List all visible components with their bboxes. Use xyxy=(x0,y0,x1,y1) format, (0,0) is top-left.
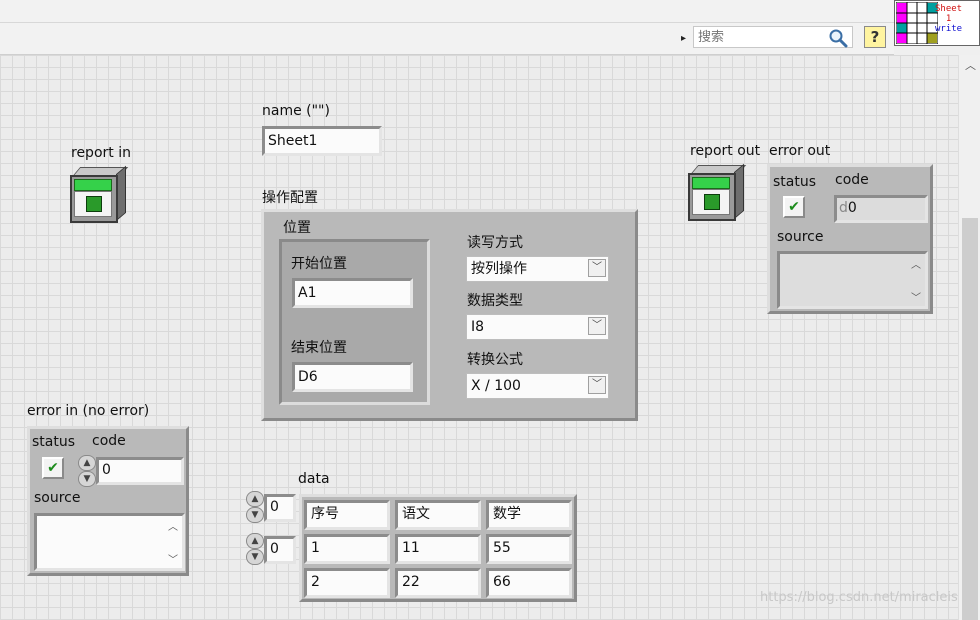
data-cell[interactable]: 55 xyxy=(486,534,572,564)
chevron-down-icon[interactable]: ﹀ xyxy=(588,259,606,277)
increment-icon[interactable]: ▲ xyxy=(246,491,264,507)
error-out-label: error out xyxy=(769,143,831,159)
decrement-icon[interactable]: ▼ xyxy=(246,507,264,523)
col-index-input[interactable]: 0 xyxy=(264,536,296,564)
decrement-icon[interactable]: ▼ xyxy=(78,471,96,487)
error-out-code-prefix: d xyxy=(839,200,848,216)
increment-icon[interactable]: ▲ xyxy=(78,455,96,471)
toolbar-divider xyxy=(0,22,894,23)
watermark: https://blog.csdn.net/miracleis xyxy=(760,590,958,605)
report-in-refnum-icon[interactable] xyxy=(70,165,129,223)
error-out-code-label: code xyxy=(835,172,869,188)
data-type-value: I8 xyxy=(471,319,485,335)
search-input[interactable] xyxy=(694,27,822,47)
scroll-up-icon[interactable]: ︿ xyxy=(911,256,921,271)
chevron-down-icon[interactable]: ﹀ xyxy=(588,376,606,394)
data-cell[interactable]: 11 xyxy=(395,534,481,564)
decrement-icon[interactable]: ▼ xyxy=(246,549,264,565)
rw-mode-value: 按列操作 xyxy=(471,261,527,277)
error-in-code-spinner[interactable]: ▲ ▼ xyxy=(78,455,96,489)
data-cell[interactable]: 66 xyxy=(486,568,572,598)
search-icon[interactable] xyxy=(828,28,848,48)
vi-icon-text: Sheet 1 write xyxy=(935,4,962,34)
scroll-down-icon[interactable]: ﹀ xyxy=(168,551,178,566)
report-out-refnum-icon xyxy=(688,163,747,221)
vi-icon[interactable]: Sheet 1 write xyxy=(894,0,980,46)
formula-select[interactable]: X / 100 ﹀ xyxy=(466,373,609,399)
report-out-label: report out xyxy=(690,143,761,159)
error-in-status-checkbox[interactable]: ✔ xyxy=(42,457,64,479)
end-position-label: 结束位置 xyxy=(291,340,347,356)
rw-mode-select[interactable]: 按列操作 ﹀ xyxy=(466,256,609,282)
search-expand-arrow-icon[interactable]: ▸ xyxy=(681,33,686,44)
context-help-button[interactable]: ? xyxy=(864,26,886,48)
vi-icon-line: Sheet xyxy=(935,4,963,14)
data-cell[interactable]: 语文 xyxy=(395,500,481,530)
col-index-spinner[interactable]: ▲ ▼ xyxy=(246,533,264,567)
data-cell[interactable]: 22 xyxy=(395,568,481,598)
scroll-up-icon[interactable]: ︿ xyxy=(168,518,178,533)
end-position-input[interactable]: D6 xyxy=(292,362,413,392)
data-type-select[interactable]: I8 ﹀ xyxy=(466,314,609,340)
toolbar: ▸ ? xyxy=(0,0,894,55)
error-in-code-input[interactable]: 0 xyxy=(96,457,184,485)
error-out-source-label: source xyxy=(777,229,824,245)
formula-label: 转换公式 xyxy=(467,352,523,368)
source-scroll-arrows[interactable]: ︿ ﹀ xyxy=(909,256,923,304)
row-index-spinner[interactable]: ▲ ▼ xyxy=(246,491,264,525)
data-cell[interactable]: 序号 xyxy=(304,500,390,530)
row-index-input[interactable]: 0 xyxy=(264,494,296,522)
report-in-label: report in xyxy=(71,145,131,161)
source-scroll-arrows[interactable]: ︿ ﹀ xyxy=(166,518,180,566)
error-out-source-field: ︿ ﹀ xyxy=(777,251,928,309)
rw-mode-label: 读写方式 xyxy=(467,235,523,251)
increment-icon[interactable]: ▲ xyxy=(246,533,264,549)
scrollbar-thumb[interactable] xyxy=(962,218,978,620)
vertical-scrollbar[interactable]: ︿ xyxy=(958,55,980,620)
position-label: 位置 xyxy=(283,220,311,236)
error-out-status-indicator: ✔ xyxy=(783,196,805,218)
chevron-down-icon[interactable]: ﹀ xyxy=(588,317,606,335)
error-in-status-label: status xyxy=(32,434,76,450)
data-type-label: 数据类型 xyxy=(467,293,523,309)
error-in-source-label: source xyxy=(34,490,81,506)
search-box[interactable] xyxy=(693,26,853,48)
connector-pane-icon xyxy=(896,2,938,44)
data-label: data xyxy=(298,471,330,487)
vi-icon-line: write xyxy=(935,24,963,34)
error-in-source-input[interactable]: ︿ ﹀ xyxy=(34,513,185,571)
error-out-code-field: d0 xyxy=(834,195,928,223)
vi-icon-line: 1 xyxy=(945,14,952,24)
data-cell[interactable]: 2 xyxy=(304,568,390,598)
formula-value: X / 100 xyxy=(471,378,521,394)
config-label: 操作配置 xyxy=(262,190,318,206)
error-out-status-label: status xyxy=(773,174,817,190)
data-cell[interactable]: 数学 xyxy=(486,500,572,530)
start-position-input[interactable]: A1 xyxy=(292,278,413,308)
error-in-code-label: code xyxy=(92,433,126,449)
name-label: name ("") xyxy=(262,103,330,119)
error-out-code-value: 0 xyxy=(847,200,857,216)
error-in-label: error in (no error) xyxy=(27,403,150,419)
scroll-up-icon[interactable]: ︿ xyxy=(965,57,976,73)
name-input[interactable]: Sheet1 xyxy=(262,126,382,156)
start-position-label: 开始位置 xyxy=(291,256,347,272)
scroll-down-icon[interactable]: ﹀ xyxy=(911,289,921,304)
data-cell[interactable]: 1 xyxy=(304,534,390,564)
